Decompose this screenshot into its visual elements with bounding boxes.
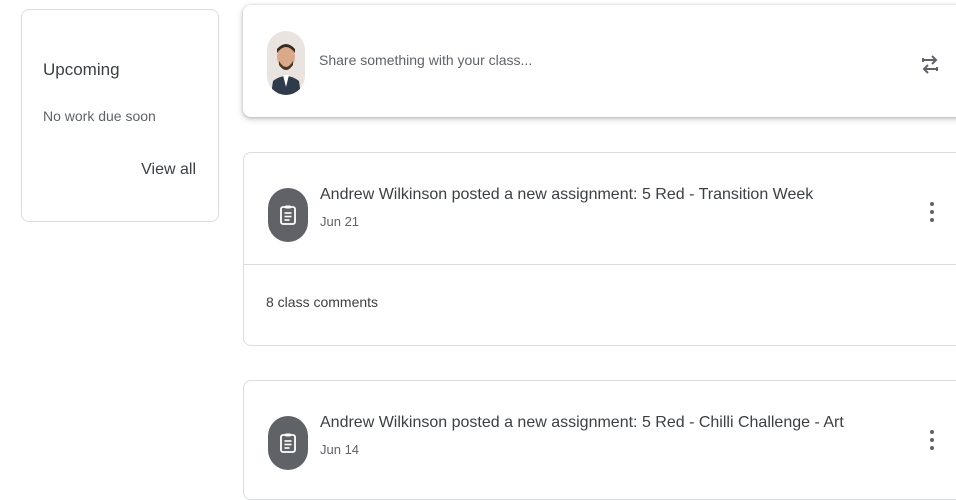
stream-post[interactable]: Andrew Wilkinson posted a new assignment… [243,380,956,500]
post-title[interactable]: Andrew Wilkinson posted a new assignment… [320,186,813,204]
class-comments-link[interactable]: 8 class comments [266,294,378,310]
more-vert-icon[interactable] [922,425,942,455]
share-box[interactable]: Share something with your class... [243,5,956,117]
post-date: Jun 14 [320,442,360,457]
clipboard-icon [268,188,308,242]
stream-post[interactable]: Andrew Wilkinson posted a new assignment… [243,152,956,346]
view-all-link[interactable]: View all [141,161,196,179]
upcoming-title: Upcoming [43,60,120,79]
post-date: Jun 21 [320,214,360,229]
upcoming-card: Upcoming No work due soon View all [21,9,219,222]
divider [244,264,956,265]
share-input[interactable]: Share something with your class... [319,52,532,68]
avatar-image [267,31,305,95]
avatar [267,31,305,95]
clipboard-icon [268,416,308,470]
upcoming-empty-text: No work due soon [43,108,156,124]
repost-icon[interactable] [919,49,941,79]
more-vert-icon[interactable] [922,197,942,227]
post-title[interactable]: Andrew Wilkinson posted a new assignment… [320,414,844,432]
